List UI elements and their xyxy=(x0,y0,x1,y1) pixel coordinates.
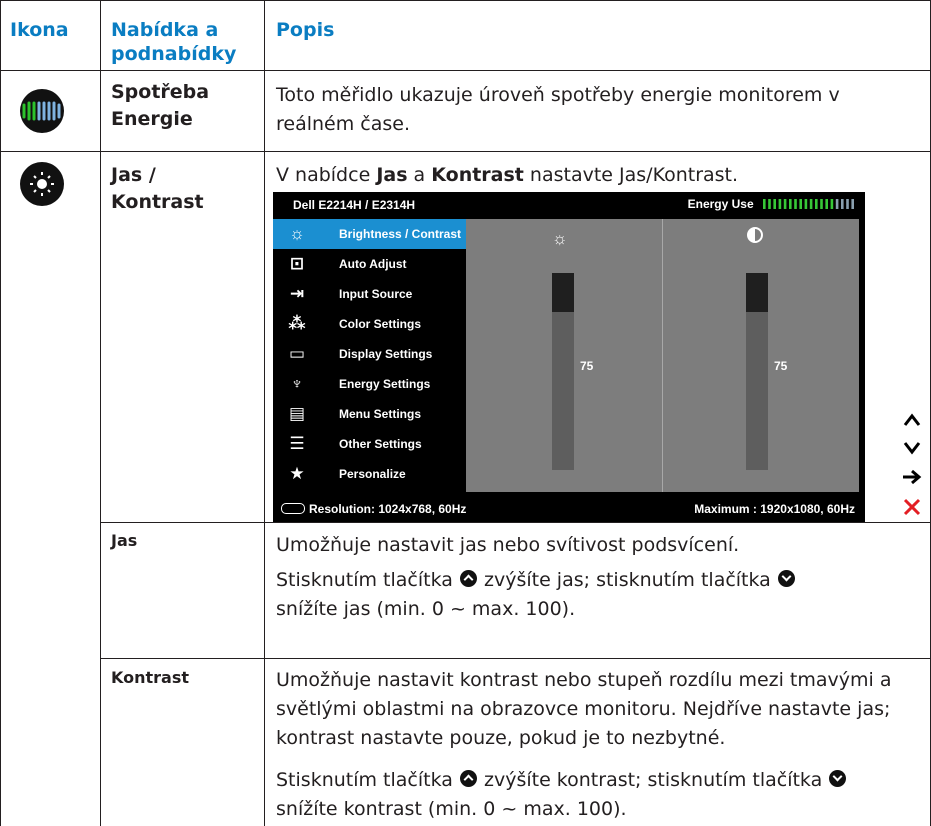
up-button-icon xyxy=(459,570,477,587)
osd-menu-item[interactable]: ⇥ Input Source xyxy=(273,279,466,309)
right-arrow-icon[interactable] xyxy=(900,465,924,489)
vga-connector-icon xyxy=(281,503,305,514)
osd-menu-item[interactable]: ⊡ Auto Adjust xyxy=(273,249,466,279)
display-settings-icon: ▭ xyxy=(288,344,306,363)
kontrast-desc-line1: Umožňuje nastavit kontrast nebo stupeň r… xyxy=(276,669,892,749)
kontrast-desc-buttons: Stisknutím tlačítka zvýšíte kontrast; st… xyxy=(276,766,921,824)
osd-menu-item[interactable]: ▤ Menu Settings xyxy=(273,399,466,429)
energy-bar xyxy=(768,199,771,209)
energy-bar xyxy=(783,199,787,209)
up-arrow-icon[interactable] xyxy=(900,408,924,432)
energy-meter-icon xyxy=(20,89,64,133)
energy-bar xyxy=(799,199,802,209)
contrast-value: 75 xyxy=(774,359,788,373)
energy-bar xyxy=(825,199,828,209)
contrast-slider-fill xyxy=(746,273,768,312)
osd-menu-item[interactable]: ☼ Brightness / Contrast xyxy=(273,219,466,249)
brightness-sun-icon: ☼ xyxy=(552,229,568,248)
osd-menu-item[interactable]: ★ Personalize xyxy=(273,459,466,489)
column-header-description: Popis xyxy=(276,19,335,41)
energy-bar xyxy=(820,199,823,209)
brightness-slider-fill xyxy=(552,273,574,312)
close-icon[interactable] xyxy=(900,495,924,519)
energy-bar xyxy=(851,199,854,209)
brightness-value: 75 xyxy=(580,359,594,373)
column-header-icon: Ikona xyxy=(10,19,69,41)
contrast-icon xyxy=(747,227,763,243)
brightness-icon xyxy=(20,162,64,206)
osd-menu: ☼ Brightness / Contrast ⊡ Auto Adjust ⇥ Input… xyxy=(273,219,466,489)
brightness-icon: ☼ xyxy=(289,224,305,243)
osd-menu-label: Brightness / Contrast xyxy=(339,227,462,241)
energy-bar xyxy=(773,199,776,209)
osd-menu-label: Personalize xyxy=(339,467,406,481)
menu-name-jas: Jas xyxy=(111,531,138,550)
energy-bar xyxy=(763,199,766,209)
menu-name-energy: Spotřeba Energie xyxy=(111,81,210,130)
brightness-slider[interactable] xyxy=(552,273,574,470)
osd-menu-label: Color Settings xyxy=(339,317,422,331)
osd-resolution: Resolution: 1024x768, 60Hz xyxy=(281,502,466,516)
osd-menu-label: Menu Settings xyxy=(339,407,422,421)
energy-bar xyxy=(809,199,813,209)
menu-name-brightness-contrast: Jas / Kontrast xyxy=(111,164,204,213)
energy-use-meter xyxy=(763,199,854,209)
energy-bar xyxy=(830,199,834,209)
other-settings-icon: ☰ xyxy=(289,434,305,453)
contrast-panel: 75 xyxy=(663,219,859,492)
jas-description: Umožňuje nastavit jas nebo svítivost pod… xyxy=(276,531,921,624)
osd-menu-item[interactable]: ♆ Energy Settings xyxy=(273,369,466,399)
menu-settings-icon: ▤ xyxy=(288,404,306,423)
energy-bar xyxy=(835,199,839,209)
energy-bar xyxy=(841,199,844,209)
energy-bar xyxy=(815,199,818,209)
osd-screenshot: Dell E2214H / E2314H Energy Use ☼ Brightn… xyxy=(273,192,865,522)
kontrast-description: Umožňuje nastavit kontrast nebo stupeň r… xyxy=(276,666,916,753)
energy-use-label: Energy Use xyxy=(687,197,754,211)
jas-desc-buttons: Stisknutím tlačítka zvýšíte jas; stisknu… xyxy=(276,566,921,624)
color-settings-icon: ⁂ xyxy=(288,314,306,333)
energy-description: Toto měřidlo ukazuje úroveň spotřeby ene… xyxy=(276,84,840,135)
brightness-contrast-description: V nabídce Jas a Kontrast nastavte Jas/Ko… xyxy=(276,164,739,186)
osd-menu-label: Auto Adjust xyxy=(339,257,407,271)
contrast-slider[interactable] xyxy=(746,273,768,470)
resolution-text: Resolution: 1024x768, 60Hz xyxy=(309,502,467,516)
down-button-icon xyxy=(777,570,795,587)
energy-bar xyxy=(794,199,797,209)
osd-menu-item[interactable]: ⁂ Color Settings xyxy=(273,309,466,339)
energy-bar xyxy=(846,199,849,209)
osd-menu-label: Input Source xyxy=(339,287,413,301)
osd-menu-item[interactable]: ☰ Other Settings xyxy=(273,429,466,459)
energy-bar xyxy=(804,199,808,209)
brightness-panel: ☼ 75 xyxy=(466,219,662,492)
osd-menu-label: Display Settings xyxy=(339,347,433,361)
osd-menu-item[interactable]: ▭ Display Settings xyxy=(273,339,466,369)
up-button-icon xyxy=(459,770,477,787)
osd-maximum: Maximum : 1920x1080, 60Hz xyxy=(694,502,855,516)
energy-bar xyxy=(778,199,782,209)
osd-title: Dell E2214H / E2314H xyxy=(293,198,416,212)
energy-settings-icon: ♆ xyxy=(290,374,304,393)
input-source-icon: ⇥ xyxy=(289,284,305,303)
column-header-menu: Nabídka a podnabídky xyxy=(111,19,237,65)
jas-desc-line1: Umožňuje nastavit jas nebo svítivost pod… xyxy=(276,534,740,556)
menu-name-kontrast: Kontrast xyxy=(111,668,190,687)
star-icon: ★ xyxy=(289,464,305,483)
osd-menu-label: Other Settings xyxy=(339,437,422,451)
osd-energy-use: Energy Use xyxy=(688,197,857,211)
auto-adjust-icon: ⊡ xyxy=(289,254,305,273)
down-arrow-icon[interactable] xyxy=(900,436,924,460)
energy-bar xyxy=(789,199,792,209)
osd-menu-label: Energy Settings xyxy=(339,377,431,391)
down-button-icon xyxy=(829,770,847,787)
